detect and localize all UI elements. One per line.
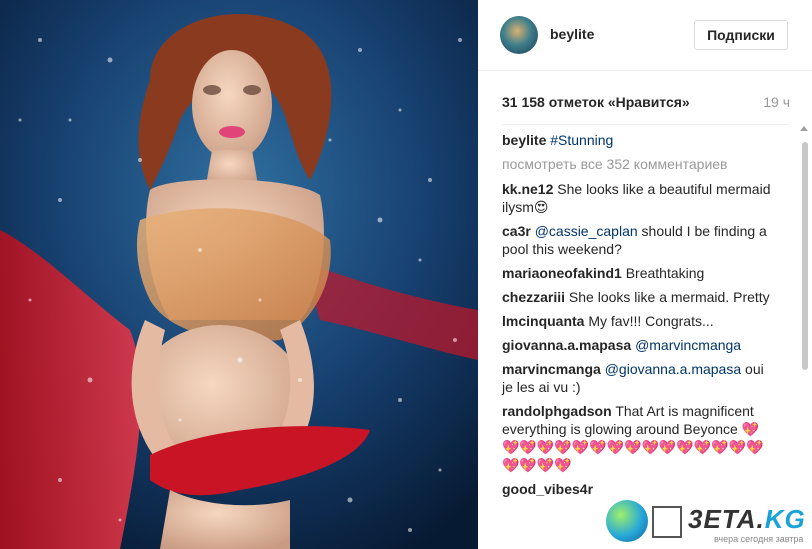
list-item: lmcinquanta My fav!!! Congrats... (502, 312, 774, 330)
list-item: ca3r @cassie_caplan should I be finding … (502, 222, 774, 258)
likes-count[interactable]: 31 158 отметок «Нравится» (502, 94, 690, 110)
view-all-comments-link[interactable]: посмотреть все 352 комментариев (502, 155, 774, 173)
comment-username[interactable]: chezzariii (502, 289, 565, 305)
watermark-tld: KG (764, 504, 806, 534)
list-item: kk.ne12 She looks like a beautiful merma… (502, 180, 774, 216)
comment-mention[interactable]: @marvincmanga (635, 337, 741, 353)
caption: beylite #Stunning (502, 131, 774, 149)
comment-username[interactable]: mariaoneofakind1 (502, 265, 622, 281)
list-item: marvincmanga @giovanna.a.mapasa oui je l… (502, 360, 774, 396)
comment-username[interactable]: marvincmanga (502, 361, 601, 377)
comment-mention[interactable]: @cassie_caplan (535, 223, 638, 239)
comment-text: She looks like a mermaid. Pretty (568, 289, 770, 305)
post-photo[interactable] (0, 0, 478, 549)
comment-text: Breathtaking (625, 265, 705, 281)
comments-scrollbar[interactable] (798, 122, 812, 422)
post-time[interactable]: 19 ч (763, 94, 790, 110)
list-item: chezzariii She looks like a mermaid. Pre… (502, 288, 774, 306)
watermark-brand-name: 3ETA. (688, 504, 765, 534)
list-item: giovanna.a.mapasa @marvincmanga (502, 336, 774, 354)
follow-button[interactable]: Подписки (694, 20, 788, 50)
comment-username[interactable]: ca3r (502, 223, 531, 239)
comment-username[interactable]: good_vibes4r (502, 481, 593, 497)
comment-username[interactable]: randolphgadson (502, 403, 612, 419)
watermark-hourglass-icon (652, 506, 682, 538)
watermark-brand: 3ETA.KG (688, 504, 806, 535)
watermark-tagline: вчера сегодня завтра (714, 534, 804, 544)
list-item: randolphgadson That Art is magnificent e… (502, 402, 774, 474)
watermark-globe-icon (606, 500, 648, 542)
avatar[interactable] (500, 16, 538, 54)
post-photo-illustration (0, 0, 478, 549)
post-header: beylite Подписки (478, 0, 812, 71)
comment-list: beylite #Stunning посмотреть все 352 ком… (502, 131, 774, 504)
comment-mention[interactable]: @giovanna.a.mapasa (605, 361, 741, 377)
comment-text: My fav!!! Congrats... (588, 313, 714, 329)
post-username[interactable]: beylite (550, 26, 594, 42)
section-divider (502, 124, 790, 125)
comment-username[interactable]: kk.ne12 (502, 181, 553, 197)
scroll-thumb[interactable] (802, 142, 808, 370)
caption-hashtag[interactable]: #Stunning (550, 132, 613, 148)
scroll-up-arrow-icon[interactable] (800, 126, 808, 131)
comment-username[interactable]: giovanna.a.mapasa (502, 337, 631, 353)
site-watermark: 3ETA.KG вчера сегодня завтра (602, 494, 812, 549)
comment-username[interactable]: lmcinquanta (502, 313, 584, 329)
post-sidebar: beylite Подписки 31 158 отметок «Нравитс… (478, 0, 812, 549)
caption-username[interactable]: beylite (502, 132, 546, 148)
list-item: mariaoneofakind1 Breathtaking (502, 264, 774, 282)
